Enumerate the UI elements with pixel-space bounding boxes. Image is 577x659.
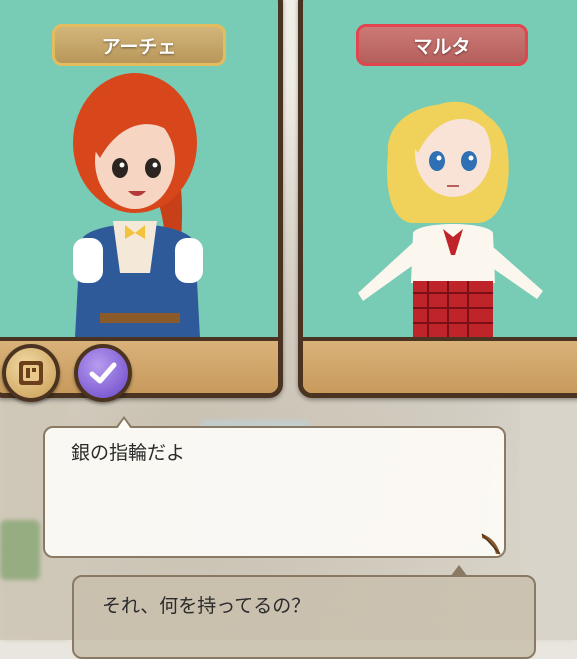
- dialog-box-speaker[interactable]: 銀の指輪だよ: [43, 416, 506, 558]
- character-nameplate-marta: マルタ: [356, 24, 528, 66]
- character-name-label: アーチェ: [101, 35, 177, 58]
- check-button[interactable]: [74, 344, 132, 402]
- quill-icon: [481, 533, 501, 555]
- dialog-box-reply[interactable]: それ、何を持ってるの？: [72, 565, 536, 659]
- book-icon: [19, 361, 43, 385]
- character-name-label: マルタ: [413, 35, 471, 58]
- character-nameplate-archie: アーチェ: [52, 24, 226, 66]
- background-plant: [0, 520, 40, 580]
- dialog-text: それ、何を持ってるの？: [102, 595, 311, 617]
- book-button[interactable]: [2, 344, 60, 402]
- dialog-tail: [115, 416, 133, 429]
- dialog-tail: [450, 565, 468, 577]
- dialog-text: 銀の指輪だよ: [71, 442, 186, 464]
- portrait-ledge: [303, 337, 577, 393]
- check-icon: [89, 362, 117, 384]
